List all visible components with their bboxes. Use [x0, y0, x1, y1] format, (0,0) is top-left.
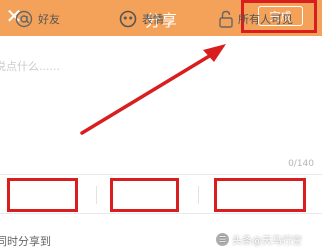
emoji-label: 表情	[142, 13, 164, 26]
smiley-face-icon	[118, 9, 138, 29]
compose-placeholder: 说点什么......	[0, 60, 60, 73]
watermark-text: 头条@天马行空	[232, 235, 302, 247]
at-sign-icon	[14, 9, 34, 29]
compose-area[interactable]: 说点什么...... 0/140	[0, 36, 322, 169]
unlock-icon	[218, 9, 234, 29]
mention-friends-label: 好友	[38, 13, 60, 26]
emoji-button[interactable]: 表情	[118, 6, 164, 32]
mention-friends-button[interactable]: 好友	[14, 6, 60, 32]
visibility-button[interactable]: 所有人可见	[218, 6, 293, 32]
toolbar-divider	[198, 186, 199, 204]
watermark-logo-icon: ☰	[216, 232, 229, 246]
visibility-highlight-box	[214, 178, 306, 212]
emoji-highlight-box	[110, 178, 179, 212]
char-counter: 0/140	[288, 159, 314, 169]
visibility-label: 所有人可见	[238, 13, 293, 26]
share-to-label: 同时分享到	[0, 235, 51, 248]
watermark: ☰ 头条@天马行空	[216, 230, 316, 248]
toolbar-divider	[96, 186, 97, 204]
friends-highlight-box	[7, 178, 78, 212]
